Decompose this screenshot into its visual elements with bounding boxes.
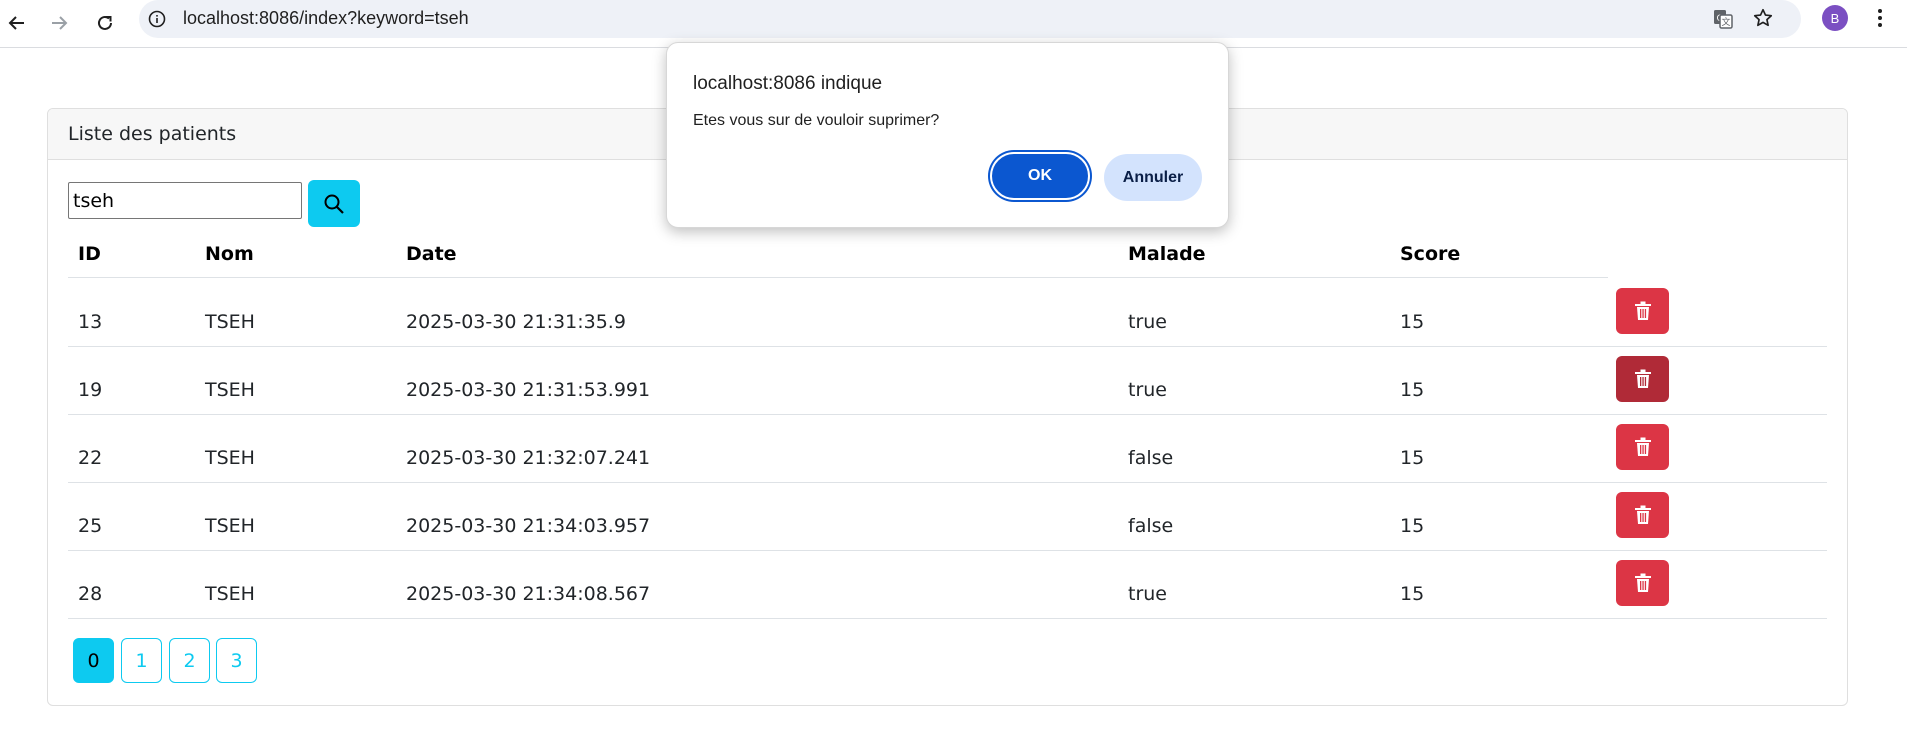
cell-date: 2025-03-30 21:32:07.241 — [406, 447, 651, 469]
table-row: 28 TSEH 2025-03-30 21:34:08.567 true 15 — [68, 550, 1827, 619]
cancel-button[interactable]: Annuler — [1104, 154, 1202, 201]
site-info-icon[interactable] — [147, 9, 167, 33]
page-button-3[interactable]: 3 — [216, 638, 257, 683]
cell-date: 2025-03-30 21:34:03.957 — [406, 515, 651, 537]
header-id: ID — [78, 243, 101, 265]
cell-score: 15 — [1400, 447, 1425, 469]
cell-score: 15 — [1400, 515, 1425, 537]
cell-date: 2025-03-30 21:31:53.991 — [406, 379, 651, 401]
reload-icon — [98, 15, 112, 30]
delete-button[interactable] — [1616, 356, 1669, 402]
profile-avatar[interactable]: B — [1822, 5, 1848, 31]
cell-date: 2025-03-30 21:34:08.567 — [406, 583, 651, 605]
header-score: Score — [1400, 243, 1461, 265]
translate-icon[interactable]: G 文 — [1712, 8, 1734, 34]
header-malade: Malade — [1128, 243, 1206, 265]
delete-button[interactable] — [1616, 492, 1669, 538]
table-row: 22 TSEH 2025-03-30 21:32:07.241 false 15 — [68, 414, 1827, 483]
cell-malade: true — [1128, 311, 1167, 333]
cell-date: 2025-03-30 21:31:35.9 — [406, 311, 626, 333]
delete-button[interactable] — [1616, 288, 1669, 334]
cell-nom: TSEH — [205, 583, 255, 605]
cell-score: 15 — [1400, 379, 1425, 401]
page-button-0[interactable]: 0 — [73, 638, 114, 683]
reload-button[interactable] — [88, 6, 122, 40]
back-button[interactable] — [0, 6, 34, 40]
cell-score: 15 — [1400, 311, 1425, 333]
forward-button[interactable] — [42, 6, 76, 40]
cell-score: 15 — [1400, 583, 1425, 605]
star-icon[interactable] — [1752, 7, 1774, 33]
cell-malade: false — [1128, 447, 1174, 469]
cell-id: 28 — [78, 583, 103, 605]
search-input[interactable] — [68, 182, 302, 219]
cell-id: 19 — [78, 379, 103, 401]
search-icon — [324, 194, 344, 214]
cell-id: 25 — [78, 515, 103, 537]
table-row: 19 TSEH 2025-03-30 21:31:53.991 true 15 — [68, 346, 1827, 415]
confirm-dialog: localhost:8086 indique Etes vous sur de … — [666, 42, 1229, 228]
trash-icon — [1634, 573, 1651, 592]
dialog-message: Etes vous sur de vouloir suprimer? — [693, 112, 940, 129]
profile-initial: B — [1830, 10, 1840, 26]
dialog-title: localhost:8086 indique — [693, 73, 883, 94]
header-date: Date — [406, 243, 457, 265]
page-button-2[interactable]: 2 — [169, 638, 210, 683]
header-nom: Nom — [205, 243, 254, 265]
cell-id: 13 — [78, 311, 103, 333]
cell-nom: TSEH — [205, 447, 255, 469]
cell-malade: true — [1128, 379, 1167, 401]
svg-text:文: 文 — [1721, 16, 1730, 28]
browser-toolbar: localhost:8086/index?keyword=tseh G 文 B — [0, 0, 1907, 48]
address-bar[interactable]: localhost:8086/index?keyword=tseh G 文 — [139, 0, 1801, 38]
table-row: 25 TSEH 2025-03-30 21:34:03.957 false 15 — [68, 482, 1827, 551]
cell-malade: true — [1128, 583, 1167, 605]
delete-button[interactable] — [1616, 560, 1669, 606]
cell-id: 22 — [78, 447, 103, 469]
more-vert-icon[interactable] — [1870, 5, 1890, 35]
forward-arrow-icon — [52, 16, 68, 30]
trash-icon — [1634, 369, 1651, 388]
cell-malade: false — [1128, 515, 1174, 537]
cell-nom: TSEH — [205, 515, 255, 537]
back-arrow-icon — [8, 16, 24, 30]
search-button[interactable] — [308, 180, 360, 227]
delete-button[interactable] — [1616, 424, 1669, 470]
ok-button[interactable]: OK — [992, 154, 1088, 198]
page-button-1[interactable]: 1 — [121, 638, 162, 683]
table-row: 13 TSEH 2025-03-30 21:31:35.9 true 15 — [68, 278, 1827, 347]
cell-nom: TSEH — [205, 311, 255, 333]
trash-icon — [1634, 437, 1651, 456]
trash-icon — [1634, 301, 1651, 320]
trash-icon — [1634, 505, 1651, 524]
address-url[interactable]: localhost:8086/index?keyword=tseh — [183, 8, 469, 29]
cell-nom: TSEH — [205, 379, 255, 401]
